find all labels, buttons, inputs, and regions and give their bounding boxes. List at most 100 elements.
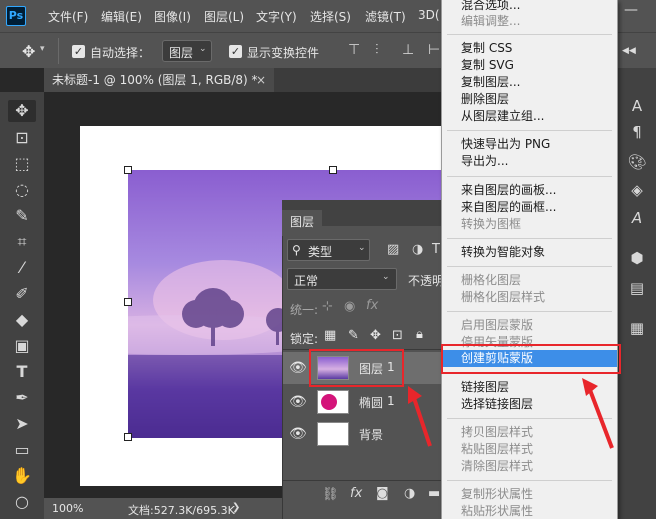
lock-brush-icon[interactable]: ✎: [348, 328, 359, 343]
menu-item-frame-from-layers[interactable]: 来自图层的画框...: [442, 199, 617, 216]
menu-item-select-linked-layers[interactable]: 选择链接图层: [442, 396, 617, 413]
filter-type-icon[interactable]: T: [432, 242, 440, 257]
transform-handle[interactable]: [124, 433, 132, 441]
crop-icon[interactable]: ⌗: [10, 230, 34, 254]
align-middle-icon[interactable]: ⫶: [375, 42, 379, 58]
adjustment-icon[interactable]: ◑: [404, 486, 415, 501]
menu-item-copy-shape-attributes[interactable]: 复制形状属性: [442, 486, 617, 503]
eye-icon[interactable]: 👁︎: [289, 360, 307, 376]
filter-pixel-icon[interactable]: ▨: [387, 242, 399, 257]
filter-adjustment-icon[interactable]: ◑: [412, 242, 423, 257]
menu-type[interactable]: 文字(Y): [256, 8, 297, 25]
gradient-icon[interactable]: ▣: [10, 334, 34, 358]
path-select-icon[interactable]: ➤: [10, 412, 34, 436]
menu-item-copy-layer-style[interactable]: 拷贝图层样式: [442, 424, 617, 441]
menu-item-quick-export-png[interactable]: 快速导出为 PNG: [442, 136, 617, 153]
menu-item-copy-css[interactable]: 复制 CSS: [442, 40, 617, 57]
menu-image[interactable]: 图像(I): [154, 8, 191, 25]
menu-item-export-as[interactable]: 导出为...: [442, 153, 617, 170]
align-left-icon[interactable]: ⊢: [428, 42, 440, 58]
menu-item-delete-layer[interactable]: 删除图层: [442, 91, 617, 108]
quick-select-icon[interactable]: ✎: [10, 204, 34, 228]
fx-icon[interactable]: fx: [366, 298, 378, 313]
transform-handle[interactable]: [124, 166, 132, 174]
menu-file[interactable]: 文件(F): [48, 8, 88, 25]
menu-item-link-layers[interactable]: 链接图层: [442, 379, 617, 396]
unify-visibility-icon[interactable]: ◉: [344, 299, 355, 314]
lock-artboard-icon[interactable]: ⊡: [392, 328, 403, 343]
lock-icon[interactable]: 🔒︎: [416, 327, 423, 342]
layer-filter-dropdown[interactable]: ⚲ 类型 ⌄: [287, 239, 370, 261]
move-tool-icon[interactable]: ✥: [22, 42, 35, 61]
transform-handle[interactable]: [329, 166, 337, 174]
color-icon[interactable]: 🎨︎: [627, 152, 647, 172]
layers-tab[interactable]: 图层: [282, 210, 322, 236]
menu-edit[interactable]: 编辑(E): [101, 8, 142, 25]
menu-item-enable-layer-mask[interactable]: 启用图层蒙版: [442, 317, 617, 334]
collapse-icon[interactable]: ◀◀: [622, 46, 636, 56]
menu-item-rasterize-layer-style[interactable]: 栅格化图层样式: [442, 289, 617, 306]
zoom-level[interactable]: 100%: [52, 502, 83, 515]
glyphs-icon[interactable]: A: [627, 208, 647, 228]
menu-item-clear-layer-style[interactable]: 清除图层样式: [442, 458, 617, 475]
link-icon[interactable]: ⛓: [322, 487, 339, 502]
pen-icon[interactable]: ✒: [10, 386, 34, 410]
mask-icon[interactable]: ◙: [376, 486, 389, 501]
menu-item-paste-shape-attributes[interactable]: 粘贴形状属性: [442, 503, 617, 519]
hand-icon[interactable]: ✋: [10, 464, 34, 488]
lock-transparent-icon[interactable]: ▦: [324, 328, 336, 343]
menu-item-duplicate-layer[interactable]: 复制图层...: [442, 74, 617, 91]
align-bottom-icon[interactable]: ⊥: [402, 42, 414, 58]
menu-item-convert-to-frame[interactable]: 转换为图框: [442, 216, 617, 233]
layer-row[interactable]: 👁︎ 背景: [283, 418, 441, 450]
layer-row[interactable]: 👁︎ 椭圆 1: [283, 386, 441, 418]
menu-item-group-from-layers[interactable]: 从图层建立组...: [442, 108, 617, 125]
artboard-icon[interactable]: ⊡: [10, 126, 34, 150]
adjustments-icon[interactable]: ◈: [627, 180, 647, 200]
menu-item-blending-options[interactable]: 混合选项...: [442, 0, 617, 14]
minimize-icon[interactable]: —: [624, 2, 638, 18]
brush-icon[interactable]: ✐: [10, 282, 34, 306]
menu-select[interactable]: 选择(S): [310, 8, 351, 25]
menu-filter[interactable]: 滤镜(T): [365, 8, 406, 25]
marquee-icon[interactable]: ⬚: [10, 152, 34, 176]
menu-item-artboard-from-layers[interactable]: 来自图层的画板...: [442, 182, 617, 199]
show-transform-checkbox[interactable]: ✓: [229, 45, 242, 58]
eraser-icon[interactable]: ◆: [10, 308, 34, 332]
auto-select-checkbox[interactable]: ✓: [72, 45, 85, 58]
fx-icon[interactable]: fx: [350, 486, 362, 501]
rectangle-icon[interactable]: ▭: [10, 438, 34, 462]
eyedropper-icon[interactable]: ⁄: [10, 256, 34, 280]
transform-handle[interactable]: [124, 298, 132, 306]
menu-item-edit-adjustment[interactable]: 编辑调整...: [442, 13, 617, 30]
menu-layer[interactable]: 图层(L): [204, 8, 244, 25]
menu-item-copy-svg[interactable]: 复制 SVG: [442, 57, 617, 74]
opacity-label: 不透明: [408, 274, 445, 288]
chevron-down-icon[interactable]: ▾: [40, 44, 45, 54]
eye-icon[interactable]: 👁︎: [289, 426, 307, 442]
menu-item-paste-layer-style[interactable]: 粘贴图层样式: [442, 441, 617, 458]
grid-icon[interactable]: ▦: [627, 318, 647, 338]
eye-icon[interactable]: 👁︎: [289, 394, 307, 410]
menu-3d[interactable]: 3D(: [418, 8, 440, 22]
paragraph-icon[interactable]: ¶: [627, 122, 647, 142]
move-icon[interactable]: ✥: [10, 99, 34, 123]
layer-filter-value: 类型: [308, 245, 333, 259]
zoom-icon[interactable]: ○: [10, 490, 34, 514]
unify-position-icon[interactable]: ⊹: [322, 299, 333, 314]
properties-icon[interactable]: ▤: [627, 278, 647, 298]
type-icon[interactable]: T: [10, 360, 34, 384]
auto-select-dropdown[interactable]: 图层 ⌄: [162, 40, 212, 62]
3d-icon[interactable]: ⬢: [627, 248, 647, 268]
close-tab-icon[interactable]: ×: [256, 68, 266, 92]
document-tab[interactable]: 未标题-1 @ 100% (图层 1, RGB/8) * ×: [44, 68, 274, 92]
new-group-icon[interactable]: ▬: [428, 486, 440, 501]
menu-item-convert-to-smart-object[interactable]: 转换为智能对象: [442, 244, 617, 261]
lasso-icon[interactable]: ◌: [10, 178, 34, 202]
align-top-icon[interactable]: ⊤: [348, 42, 360, 58]
menu-item-rasterize-layer[interactable]: 栅格化图层: [442, 272, 617, 289]
chevron-right-icon[interactable]: ❯: [232, 502, 240, 513]
blend-mode-dropdown[interactable]: 正常 ⌄: [287, 268, 397, 290]
character-icon[interactable]: A: [627, 96, 647, 116]
lock-move-icon[interactable]: ✥: [370, 328, 381, 343]
